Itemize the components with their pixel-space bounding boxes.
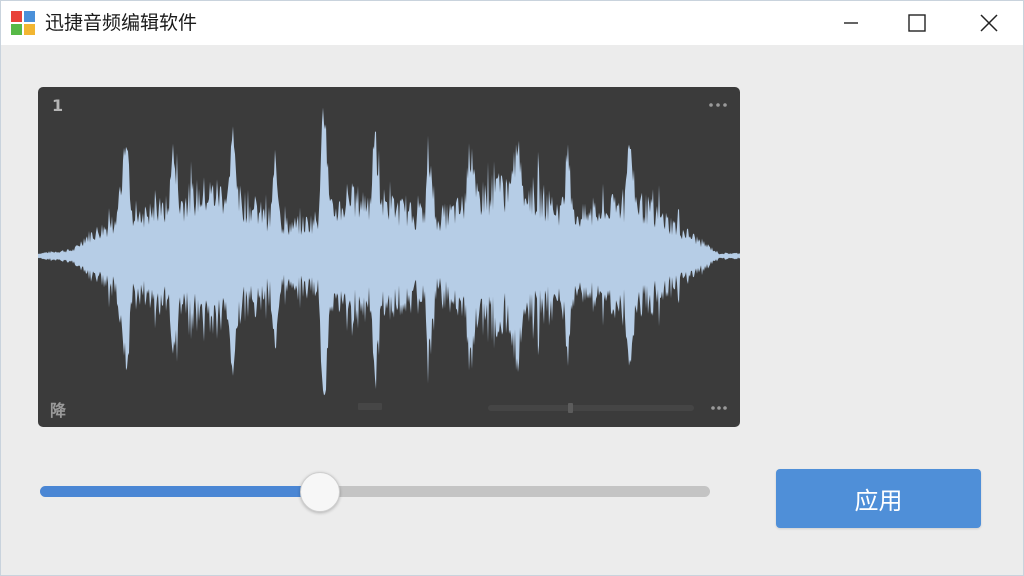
slider-thumb[interactable]	[300, 472, 340, 512]
minimize-button[interactable]	[819, 1, 883, 45]
more-dots-icon[interactable]	[710, 404, 728, 412]
mini-indicator	[358, 403, 382, 410]
mini-scroll-track[interactable]	[488, 403, 694, 413]
maximize-button[interactable]	[885, 1, 949, 45]
app-window: 迅捷音频编辑软件 1 降 应用	[0, 0, 1024, 576]
waveform-bottom-label: 降	[50, 401, 67, 420]
title-bar: 迅捷音频编辑软件	[1, 1, 1023, 45]
intensity-slider[interactable]	[40, 469, 712, 515]
slider-fill	[40, 486, 319, 497]
more-dots-icon[interactable]	[708, 101, 728, 109]
track-number: 1	[52, 96, 64, 115]
waveform-panel[interactable]: 1 降	[38, 87, 740, 427]
window-title: 迅捷音频编辑软件	[45, 12, 198, 34]
maximize-icon	[908, 14, 926, 32]
apply-button[interactable]: 应用	[776, 469, 981, 528]
waveform[interactable]	[38, 87, 740, 427]
mini-scroll-thumb[interactable]	[568, 403, 573, 413]
waveform-shape	[38, 107, 740, 396]
app-logo-icon	[11, 11, 35, 35]
close-icon	[980, 14, 998, 32]
close-button[interactable]	[957, 1, 1021, 45]
minimize-icon	[844, 22, 858, 24]
